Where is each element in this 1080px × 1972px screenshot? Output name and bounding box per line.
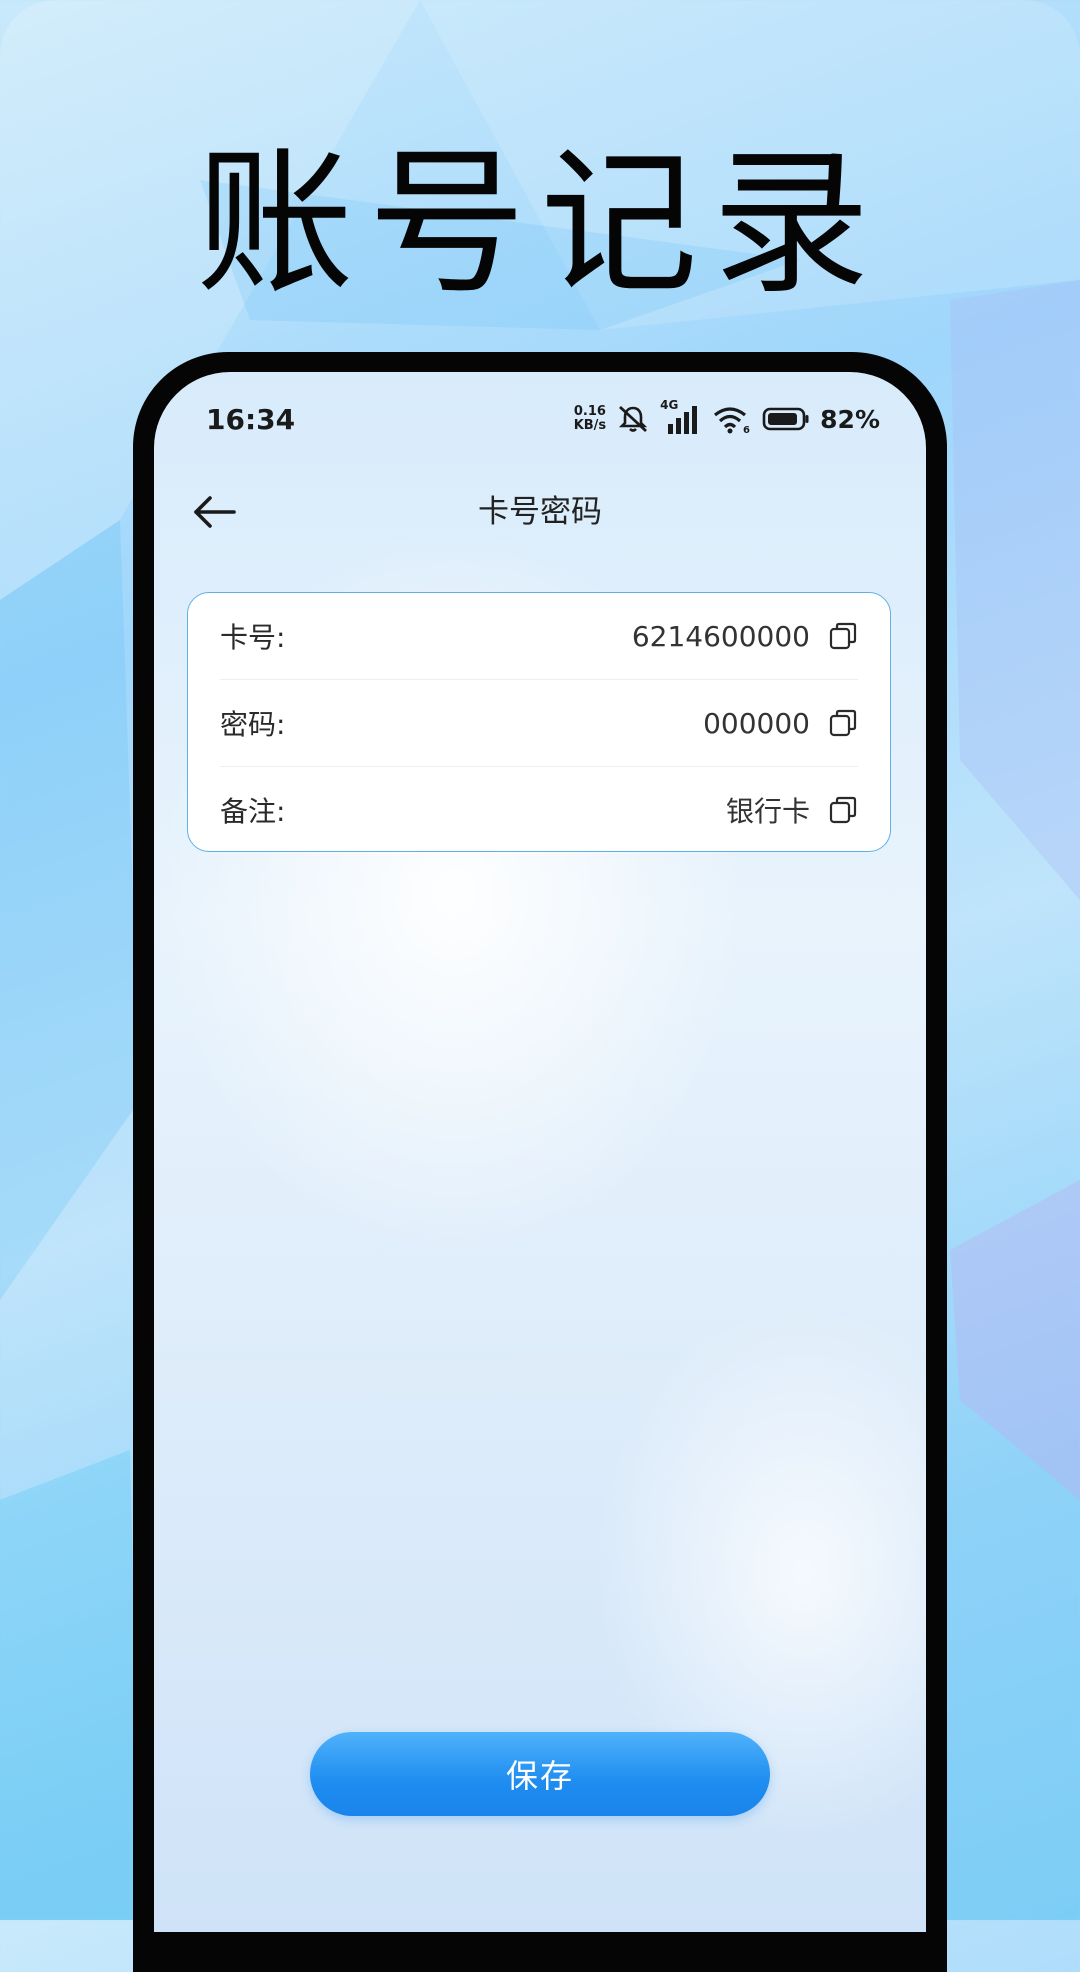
phone-screen: 16:34 0.16 KB/s 4G 6 82% 卡号密码 卡号: 621460… <box>154 372 926 1932</box>
record-card: 卡号: 6214600000 密码: 000000 备注: 银行卡 <box>187 592 891 852</box>
network-speed-unit: KB/s <box>573 418 607 433</box>
row-value: 6214600000 <box>631 619 810 653</box>
battery-level: 82% <box>820 404 880 434</box>
row-label: 密码: <box>220 708 286 741</box>
status-bar: 16:34 0.16 KB/s 4G 6 82% <box>206 397 880 441</box>
status-time: 16:34 <box>206 402 296 436</box>
mute-bell-icon <box>619 405 648 433</box>
copy-icon[interactable] <box>828 708 858 738</box>
row-label: 卡号: <box>220 621 286 654</box>
copy-icon[interactable] <box>828 795 858 825</box>
back-button[interactable] <box>190 490 240 534</box>
svg-text:6: 6 <box>743 425 750 434</box>
row-value: 银行卡 <box>725 795 810 828</box>
save-button[interactable]: 保存 <box>310 1732 770 1816</box>
network-speed: 0.16 KB/s <box>574 405 606 433</box>
page-title: 卡号密码 <box>478 494 602 530</box>
row-value-group: 000000 <box>703 707 858 740</box>
copy-icon[interactable] <box>828 621 858 651</box>
row-value-group: 6214600000 <box>632 620 858 653</box>
header-bar: 卡号密码 <box>154 472 926 552</box>
arrow-left-icon <box>194 496 236 528</box>
record-row-card-number: 卡号: 6214600000 <box>220 593 858 679</box>
row-value-group: 银行卡 <box>726 790 858 830</box>
record-row-note: 备注: 银行卡 <box>220 767 858 853</box>
wifi-icon: 6 <box>714 407 750 434</box>
row-label: 备注: <box>220 795 286 828</box>
network-speed-value: 0.16 <box>573 404 606 419</box>
status-icons: 0.16 KB/s 4G 6 82% <box>574 398 880 434</box>
row-value: 000000 <box>703 706 810 740</box>
record-row-password: 密码: 000000 <box>220 680 858 766</box>
cellular-signal-icon: 4G <box>660 398 702 434</box>
battery-icon <box>762 407 809 431</box>
promo-headline: 账号记录 <box>196 132 884 316</box>
